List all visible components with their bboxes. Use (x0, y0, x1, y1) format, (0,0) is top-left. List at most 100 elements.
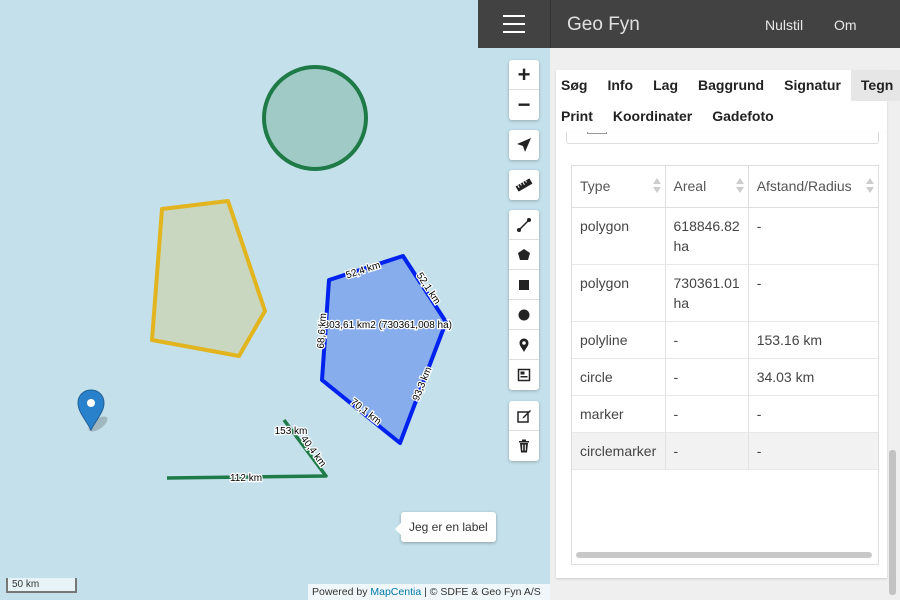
measure-label-area: 7303,61 km2 (730361,008 ha) (318, 320, 452, 331)
tab-baggrund[interactable]: Baggrund (688, 70, 774, 101)
attribution-link[interactable]: MapCentia (370, 586, 421, 598)
draw-polyline-button[interactable] (509, 210, 539, 240)
cell-distance: - (748, 207, 878, 265)
draw-polygon-button[interactable] (509, 240, 539, 270)
edit-icon (517, 409, 531, 423)
cell-area: - (665, 395, 749, 433)
draw-toolbar (509, 210, 539, 390)
zoom-in-button[interactable]: + (509, 60, 539, 90)
draw-rectangle-icon (519, 279, 529, 290)
tab-info[interactable]: Info (597, 70, 643, 101)
measure-label-total: 153 km (275, 426, 308, 437)
app-title: Geo Fyn (567, 14, 640, 35)
table-row[interactable]: polygon 730361.01 ha - (572, 264, 878, 322)
cell-type: circle (572, 358, 666, 396)
column-header-label: Afstand/Radius (756, 178, 852, 195)
delete-icon (519, 439, 529, 453)
map-canvas[interactable]: 52,4 km 52,1 km 7303,61 km2 (730361,008 … (0, 0, 550, 600)
cell-type: marker (572, 395, 666, 433)
map-drawings: 52,4 km 52,1 km 7303,61 km2 (730361,008 … (77, 65, 453, 485)
draw-circle-button[interactable] (509, 300, 539, 330)
draw-polyline-icon (517, 217, 531, 232)
edit-layers-button[interactable] (509, 401, 539, 431)
draw-rectangle-button[interactable] (509, 270, 539, 300)
draw-label-button[interactable] (509, 360, 539, 390)
map-text-label[interactable]: Jeg er en label (395, 512, 496, 542)
drawn-polygon-yellow[interactable] (150, 199, 267, 358)
table-row[interactable]: polygon 618846.82 ha - (572, 207, 878, 265)
cell-distance: - (748, 432, 878, 470)
cell-area: 730361.01 ha (665, 264, 749, 322)
tab-lag[interactable]: Lag (643, 70, 688, 101)
about-link[interactable]: Om (834, 17, 857, 33)
delete-layers-button[interactable] (509, 431, 539, 461)
drawn-circle[interactable] (262, 65, 368, 171)
drawings-table-container: Type Areal Afstand/Radius polygon 618846… (571, 165, 879, 565)
tab-soeg[interactable]: Søg (556, 70, 597, 101)
tab-signatur[interactable]: Signatur (774, 70, 851, 101)
cell-type: polyline (572, 321, 666, 359)
option-checkbox[interactable] (587, 132, 607, 134)
cell-area: - (665, 358, 749, 396)
hamburger-icon (503, 12, 525, 36)
cell-type: polygon (572, 207, 666, 265)
draw-options-card (566, 132, 879, 144)
cell-area: - (665, 321, 749, 359)
column-header-area[interactable]: Areal (665, 166, 749, 208)
cell-type: polygon (572, 264, 666, 322)
attribution-suffix: | © SDFE & Geo Fyn A/S (421, 586, 541, 598)
column-header-label: Areal (673, 178, 707, 195)
sort-icon (652, 178, 661, 194)
locate-arrow-icon (517, 138, 531, 152)
measure-label-segment: 40,4 km (298, 434, 328, 469)
app-header: Geo Fyn Nulstil Om (550, 0, 900, 48)
reset-link[interactable]: Nulstil (765, 17, 803, 33)
measure-label-segment: 112 km (230, 473, 262, 484)
sort-icon (866, 178, 874, 194)
locate-control (509, 130, 539, 160)
zoom-out-button[interactable]: − (509, 90, 539, 120)
table-row[interactable]: circlemarker - - (572, 432, 878, 470)
draw-polygon-icon (518, 248, 530, 260)
tab-koordinater[interactable]: Koordinater (603, 101, 702, 132)
edit-toolbar (509, 401, 539, 461)
table-row[interactable]: circle - 34.03 km (572, 358, 878, 396)
cell-area: 618846.82 ha (665, 207, 749, 265)
locate-button[interactable] (509, 130, 539, 160)
attribution-prefix: Powered by (312, 586, 371, 598)
tab-gadefoto[interactable]: Gadefoto (702, 101, 783, 132)
cell-distance: - (748, 395, 878, 433)
cell-area: - (665, 432, 749, 470)
table-row[interactable]: marker - - (572, 395, 878, 433)
menu-toggle-button[interactable] (478, 0, 550, 48)
map-attribution: Powered by MapCentia | © SDFE & Geo Fyn … (308, 584, 550, 600)
tab-row-1: Søg Info Lag Baggrund Signatur Tegn (556, 70, 900, 101)
draw-circle-icon (518, 309, 530, 320)
column-header-label: Type (580, 178, 611, 195)
measure-button[interactable] (509, 170, 539, 200)
table-horizontal-scrollbar[interactable] (576, 552, 872, 558)
cell-distance: - (748, 264, 878, 322)
draw-marker-button[interactable] (509, 330, 539, 360)
cell-distance: 34.03 km (748, 358, 878, 396)
panel-vertical-scrollbar[interactable] (889, 450, 896, 595)
zoom-control: + − (509, 60, 539, 120)
table-row[interactable]: polyline - 153.16 km (572, 321, 878, 359)
cell-type: circlemarker (572, 432, 666, 470)
table-header-row: Type Areal Afstand/Radius (572, 166, 878, 208)
sort-icon (735, 178, 744, 194)
draw-label-icon (517, 368, 531, 382)
panel-tabs: Søg Info Lag Baggrund Signatur Tegn Prin… (556, 70, 900, 132)
scale-bar: 50 km (6, 578, 77, 593)
cell-distance: 153.16 km (748, 321, 878, 359)
tab-row-2: Print Koordinater Gadefoto (556, 101, 887, 132)
tab-tegn[interactable]: Tegn (850, 70, 900, 101)
tab-print[interactable]: Print (556, 101, 603, 132)
column-header-distance[interactable]: Afstand/Radius (748, 166, 878, 208)
side-panel: Geo Fyn Nulstil Om Søg Info Lag Baggrund… (550, 0, 900, 600)
ruler-icon (515, 178, 533, 192)
draw-panel-content: Type Areal Afstand/Radius polygon 618846… (556, 132, 887, 578)
draw-marker-icon (519, 338, 529, 352)
column-header-type[interactable]: Type (572, 166, 666, 208)
map-marker-icon[interactable] (77, 389, 110, 434)
